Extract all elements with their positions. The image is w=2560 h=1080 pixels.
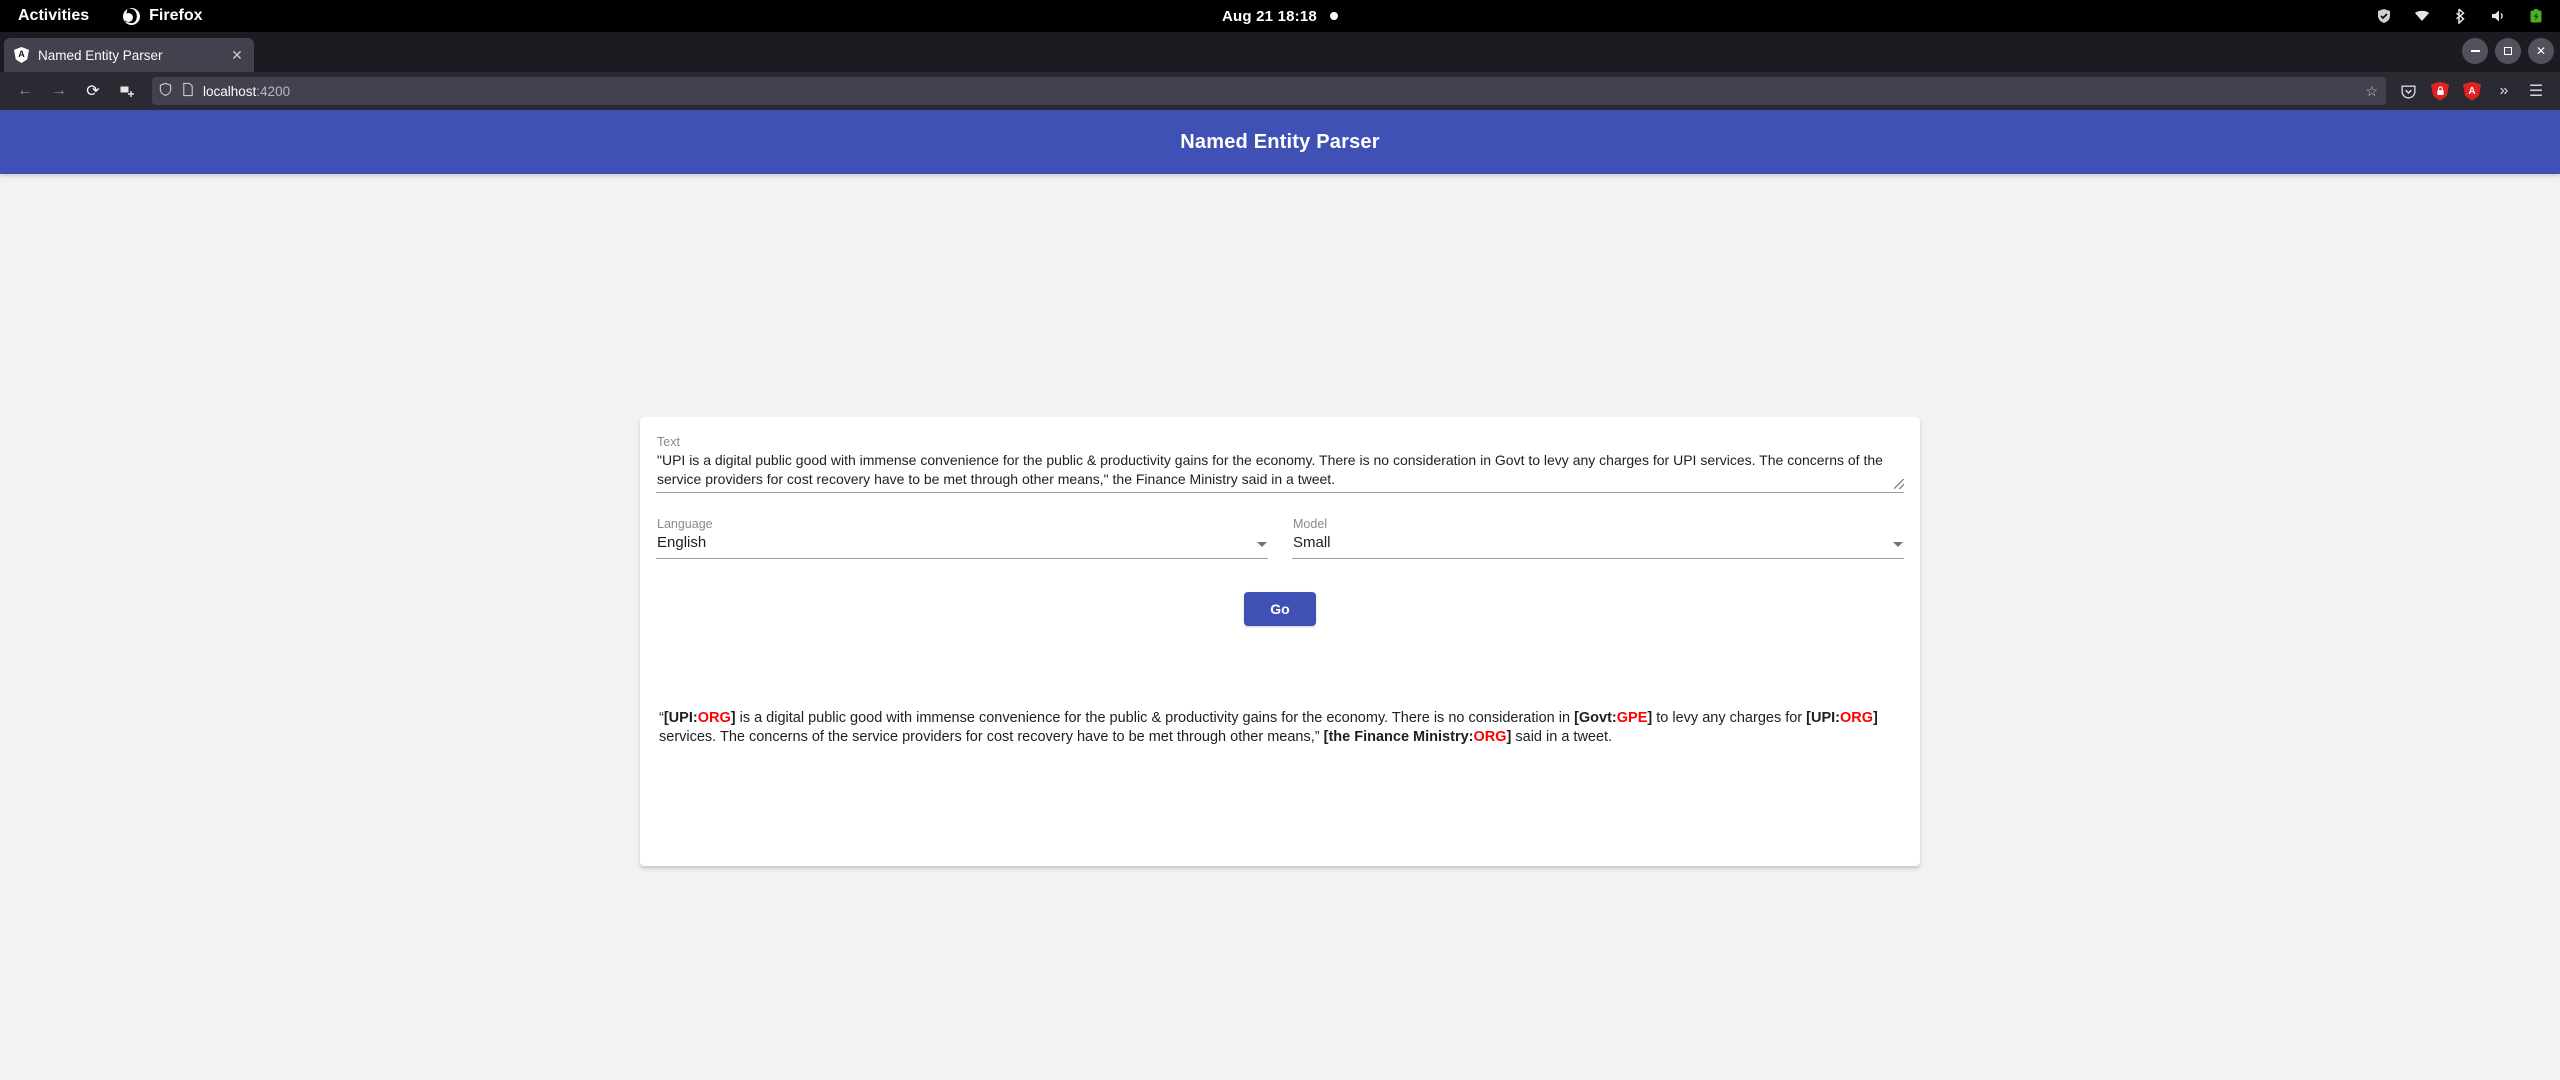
bluetooth-icon	[2452, 8, 2468, 24]
card-container: Text "UPI is a digital public good with …	[0, 174, 2560, 866]
entity-annotation: [UPI:ORG]	[664, 710, 736, 726]
result-text-segment: said in a tweet.	[1511, 729, 1612, 745]
angular-devtools-extension-icon[interactable]: A	[2456, 76, 2488, 106]
entity-label: ORG	[1473, 729, 1506, 745]
entity-bracket-open: [UPI:	[664, 710, 698, 726]
language-select[interactable]: English	[656, 533, 1268, 559]
container-tab-icon[interactable]	[110, 76, 144, 106]
parser-card: Text "UPI is a digital public good with …	[640, 417, 1920, 866]
entity-label: ORG	[1840, 710, 1873, 726]
browser-tab-named-entity-parser[interactable]: A Named Entity Parser ✕	[4, 38, 254, 72]
tab-strip: A Named Entity Parser ✕ ✕	[0, 32, 2560, 72]
firefox-window: A Named Entity Parser ✕ ✕ ← → ⟳	[0, 32, 2560, 1080]
entity-bracket-open: [Govt:	[1574, 710, 1617, 726]
tracking-protection-shield-icon[interactable]	[158, 82, 173, 100]
window-close-button[interactable]: ✕	[2528, 38, 2554, 64]
tab-close-icon[interactable]: ✕	[228, 46, 246, 64]
text-field-label: Text	[656, 433, 1904, 451]
chevron-down-icon	[1893, 542, 1903, 547]
language-field-label: Language	[656, 515, 1268, 533]
go-button[interactable]: Go	[1244, 592, 1315, 626]
result-text-segment: services. The concerns of the service pr…	[659, 729, 1324, 745]
tab-title: Named Entity Parser	[38, 48, 219, 63]
app-header: Named Entity Parser	[0, 110, 2560, 174]
entity-bracket-open: [the Finance Ministry:	[1324, 729, 1474, 745]
url-bar[interactable]: localhost:4200 ☆	[152, 77, 2386, 105]
pocket-save-icon[interactable]	[2392, 76, 2424, 106]
volume-icon	[2490, 8, 2506, 24]
gnome-top-bar-left: Activities Firefox	[0, 7, 202, 25]
parse-result: “[UPI:ORG] is a digital public good with…	[656, 709, 1904, 850]
model-form-field: Model Small	[1292, 515, 1904, 559]
app-menu-firefox-label: Firefox	[149, 7, 202, 25]
password-lock-extension-icon[interactable]	[2424, 76, 2456, 106]
model-field-label: Model	[1292, 515, 1904, 533]
overflow-chevrons-icon[interactable]: »	[2488, 76, 2520, 106]
result-text-segment: is a digital public good with immense co…	[736, 710, 1575, 726]
browser-toolbar: ← → ⟳ localhost:4200 ☆	[0, 72, 2560, 110]
page-document-icon	[181, 82, 195, 100]
text-input-wrapper[interactable]: "UPI is a digital public good with immen…	[656, 451, 1904, 493]
model-select-value: Small	[1293, 533, 1331, 553]
url-port: :4200	[256, 84, 290, 99]
reload-button[interactable]: ⟳	[76, 76, 110, 106]
result-text-segment: to levy any charges for	[1652, 710, 1806, 726]
activities-button[interactable]: Activities	[18, 7, 89, 25]
page-content: Named Entity Parser Text "UPI is a digit…	[0, 110, 2560, 1080]
submit-row: Go	[656, 592, 1904, 626]
notification-dot-icon	[1330, 12, 1338, 20]
text-input[interactable]: "UPI is a digital public good with immen…	[656, 451, 1904, 489]
gnome-clock-area[interactable]: Aug 21 18:18	[0, 8, 2560, 25]
url-text[interactable]: localhost:4200	[203, 84, 2357, 99]
entity-bracket-open: [UPI:	[1806, 710, 1840, 726]
wifi-icon	[2414, 8, 2430, 24]
entity-label: GPE	[1617, 710, 1648, 726]
app-menu-hamburger-icon[interactable]: ☰	[2520, 76, 2552, 106]
entity-bracket-close: ]	[1873, 710, 1878, 726]
shield-check-icon	[2376, 8, 2392, 24]
entity-annotation: [the Finance Ministry:ORG]	[1324, 729, 1512, 745]
bookmark-star-icon[interactable]: ☆	[2365, 83, 2378, 100]
battery-charging-icon	[2528, 8, 2544, 24]
entity-annotation: [UPI:ORG]	[1806, 710, 1878, 726]
chevron-down-icon	[1257, 542, 1267, 547]
firefox-logo-icon	[123, 8, 140, 25]
window-controls: ✕	[2462, 38, 2554, 64]
window-minimize-button[interactable]	[2462, 38, 2488, 64]
url-host: localhost	[203, 84, 256, 99]
model-select[interactable]: Small	[1292, 533, 1904, 559]
page-title: Named Entity Parser	[1180, 131, 1379, 154]
language-select-value: English	[657, 533, 706, 553]
clock-label: Aug 21 18:18	[1222, 8, 1317, 25]
forward-button[interactable]: →	[42, 76, 76, 106]
back-button[interactable]: ←	[8, 76, 42, 106]
window-maximize-button[interactable]	[2495, 38, 2521, 64]
textarea-resize-handle[interactable]	[1894, 479, 1904, 489]
app-menu-firefox[interactable]: Firefox	[123, 7, 202, 25]
gnome-system-status-area[interactable]	[2376, 8, 2560, 24]
gnome-top-bar: Activities Firefox Aug 21 18:18	[0, 0, 2560, 32]
entity-annotation: [Govt:GPE]	[1574, 710, 1652, 726]
entity-label: ORG	[698, 710, 731, 726]
text-form-field: Text "UPI is a digital public good with …	[656, 433, 1904, 493]
selects-row: Language English Model Small	[656, 515, 1904, 559]
language-form-field: Language English	[656, 515, 1268, 559]
angular-shield-icon: A	[14, 47, 29, 63]
